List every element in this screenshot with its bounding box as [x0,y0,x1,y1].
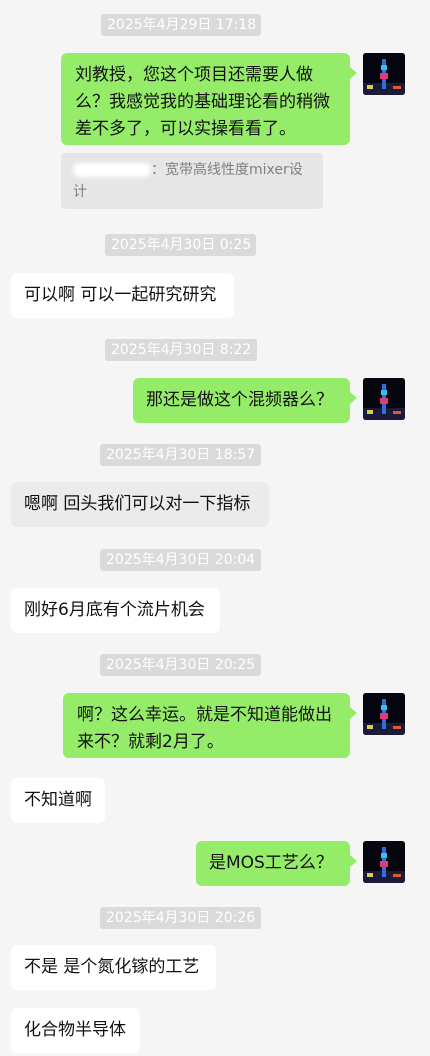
message-bubble-outgoing[interactable]: 啊？这么幸运。就是不知道能做出来不？就剩2月了。 [63,693,357,758]
message-bubble-incoming[interactable]: 可以啊 可以一起研究研究 [11,273,234,318]
message-bubble-outgoing[interactable]: 刘教授，您这个项目还需要人做么？我感觉我的基础理论看的稍微差不多了，可以实操看看… [61,53,357,145]
tower-photo-icon [363,841,405,883]
timestamp: 2025年4月30日 20:25 [100,654,261,676]
tower-photo-icon [363,378,405,420]
message-bubble-incoming[interactable]: 不是 是个氮化镓的工艺 [11,945,216,990]
timestamp: 2025年4月30日 0:25 [105,234,256,256]
message-bubble-outgoing[interactable]: 是MOS工艺么？ [196,841,357,886]
timestamp: 2025年4月30日 18:57 [100,444,261,466]
tower-photo-icon [363,693,405,735]
message-bubble-incoming[interactable]: 刚好6月底有个流片机会 [11,588,220,633]
quoted-message[interactable]: ：宽带高线性度mixer设计 [61,153,323,209]
message-bubble-incoming[interactable]: 不知道啊 [11,778,105,823]
avatar-icon[interactable] [363,378,405,420]
timestamp: 2025年4月29日 17:18 [101,14,261,36]
avatar-icon[interactable] [363,53,405,95]
avatar-icon[interactable] [363,841,405,883]
tower-photo-icon [363,53,405,95]
timestamp: 2025年4月30日 20:26 [100,907,261,929]
timestamp: 2025年4月30日 8:22 [105,339,257,361]
redacted-name [73,163,151,177]
message-bubble-incoming[interactable]: 化合物半导体 [11,1008,140,1053]
avatar-icon[interactable] [363,693,405,735]
message-bubble-incoming[interactable]: 嗯啊 回头我们可以对一下指标 [11,482,269,527]
message-bubble-outgoing[interactable]: 那还是做这个混频器么？ [133,378,357,423]
timestamp: 2025年4月30日 20:04 [100,549,261,571]
